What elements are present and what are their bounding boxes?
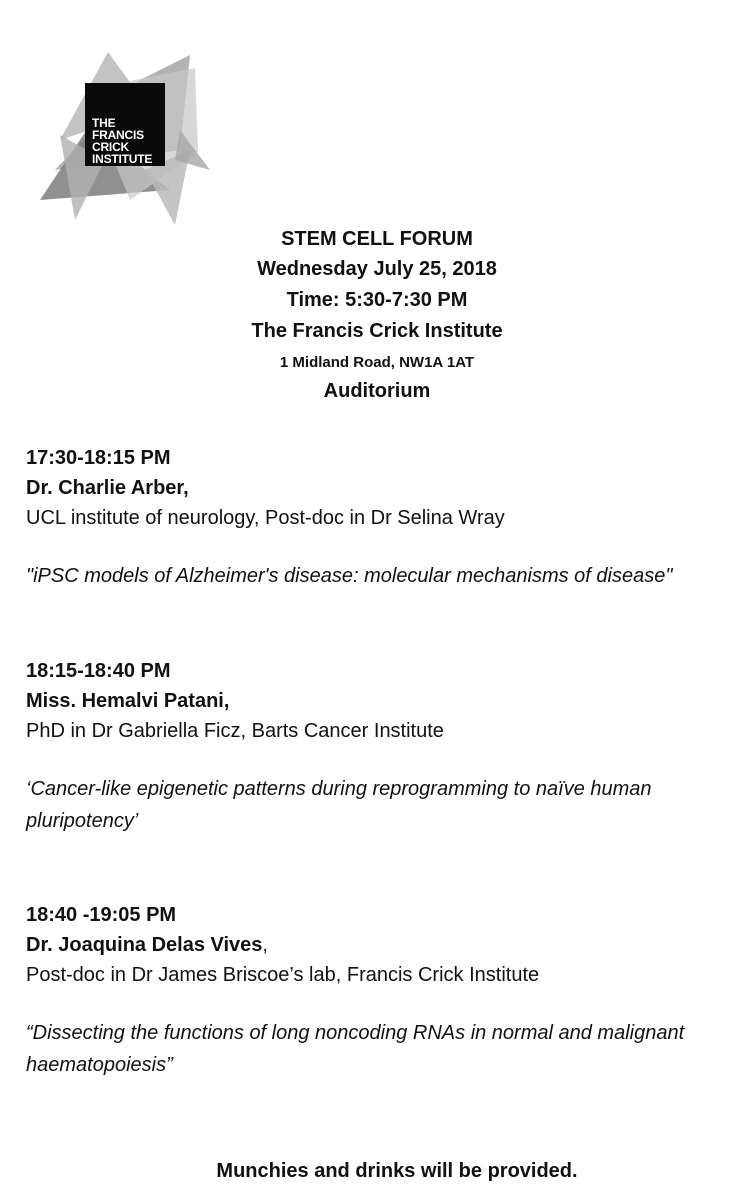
speaker-suffix: , <box>262 934 268 956</box>
talk-affiliation: PhD in Dr Gabriella Ficz, Barts Cancer I… <box>26 720 444 742</box>
talk-speaker: Dr. Joaquina Delas Vives, <box>26 930 736 960</box>
logo-text: THE FRANCIS CRICK INSTITUTE <box>92 117 152 165</box>
talk-item: 18:15-18:40 PM Miss. Hemalvi Patani, PhD… <box>26 656 736 837</box>
event-date: Wednesday July 25, 2018 <box>257 258 497 280</box>
talk-item: 18:40 -19:05 PM Dr. Joaquina Delas Vives… <box>26 900 736 1081</box>
talk-title: "iPSC models of Alzheimer's disease: mol… <box>26 565 673 587</box>
talk-time: 18:15-18:40 PM <box>26 660 171 682</box>
event-room: Auditorium <box>323 380 431 402</box>
talk-affiliation: UCL institute of neurology, Post-doc in … <box>26 507 505 529</box>
footer-note: Munchies and drinks will be provided. <box>216 1160 578 1182</box>
logo-line: INSTITUTE <box>92 152 153 166</box>
talk-title: “Dissecting the functions of long noncod… <box>26 1022 685 1076</box>
talk-speaker: Miss. Hemalvi Patani, <box>26 690 230 712</box>
francis-crick-logo-icon: THE FRANCIS CRICK INSTITUTE <box>30 40 230 225</box>
talk-affiliation: Post-doc in Dr James Briscoe’s lab, Fran… <box>26 964 540 986</box>
event-title: STEM CELL FORUM <box>281 228 473 250</box>
talk-item: 17:30-18:15 PM Dr. Charlie Arber, UCL in… <box>26 443 736 592</box>
talk-time: 17:30-18:15 PM <box>26 447 171 469</box>
talk-speaker: Dr. Charlie Arber, <box>26 477 189 499</box>
talk-time: 18:40 -19:05 PM <box>26 904 177 926</box>
talk-title: ‘Cancer-like epigenetic patterns during … <box>26 778 652 832</box>
speaker-name: Dr. Joaquina Delas Vives <box>26 934 263 956</box>
event-venue: The Francis Crick Institute <box>251 320 503 342</box>
event-time: Time: 5:30-7:30 PM <box>286 289 468 311</box>
event-address: 1 Midland Road, NW1A 1AT <box>279 354 475 371</box>
